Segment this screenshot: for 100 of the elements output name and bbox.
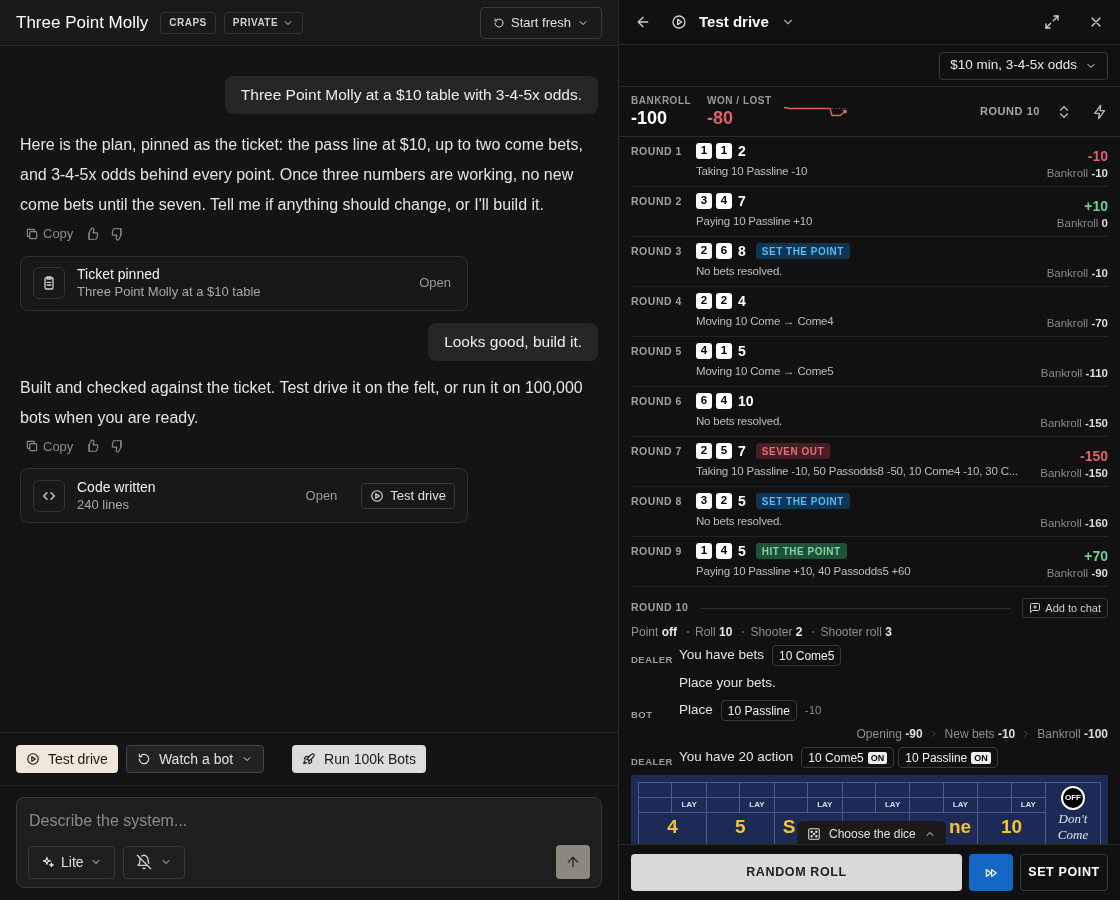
round-stat: Shooter 2 — [750, 624, 803, 641]
die: 2 — [696, 243, 712, 259]
code-icon — [33, 479, 65, 512]
round-label: ROUND 10 — [631, 600, 689, 616]
add-to-chat-button[interactable]: Add to chat — [1022, 598, 1108, 618]
test-drive-button[interactable]: Test drive — [361, 482, 455, 509]
round-detail: Moving 10 Come → Come5 — [696, 364, 835, 379]
sparkline — [783, 106, 848, 117]
roll-tag: SEVEN OUT — [755, 443, 831, 459]
die: 2 — [696, 443, 712, 459]
stat-label: WON / LOST — [707, 94, 772, 107]
send-button[interactable] — [556, 845, 590, 879]
round-label: ROUND 2 — [631, 194, 683, 209]
card-title: Ticket pinned — [77, 265, 161, 283]
user-message: Three Point Molly at a $10 table with 3-4-5x odds. — [224, 76, 598, 114]
copy-button[interactable]: Copy — [25, 224, 74, 244]
summary-text: New bets -10 — [944, 726, 1016, 743]
copy-icon — [25, 226, 39, 241]
lightning-icon — [1092, 103, 1108, 120]
bankroll-text: Bankroll -90 — [1046, 566, 1108, 581]
die: 4 — [716, 393, 732, 409]
round-label: ROUND 9 — [631, 544, 683, 559]
dont-come-label: Don't Come — [1056, 811, 1090, 843]
die: 1 — [716, 343, 732, 359]
bankroll-text: Bankroll -160 — [1040, 516, 1108, 531]
copy-button[interactable]: Copy — [25, 436, 74, 456]
watch-bot-dropdown[interactable]: Watch a bot — [125, 745, 265, 773]
play-icon — [671, 14, 687, 30]
round-label: ROUND 6 — [631, 394, 683, 409]
run-bots-button[interactable]: Run 100k Bots — [292, 745, 426, 773]
table-rules-dropdown[interactable]: $10 min, 3-4-5x odds — [939, 51, 1108, 80]
round-result: +10 — [1084, 197, 1108, 215]
die: 6 — [696, 393, 712, 409]
thumbs-up-button[interactable] — [85, 226, 100, 241]
off-puck: OFF — [1061, 786, 1085, 810]
arrow-up-icon — [565, 854, 581, 870]
clipboard-icon — [33, 267, 65, 299]
speaker-label: BOT — [631, 709, 653, 720]
box-number: 5 — [734, 815, 746, 839]
bet-label: 10 Come5 — [808, 749, 864, 767]
visibility-dropdown[interactable]: PRIVATE — [223, 11, 304, 34]
bet-amount: -10 — [804, 702, 822, 718]
choose-dice-button[interactable]: Choose the dice — [797, 821, 946, 844]
code-card[interactable]: Code written 240 lines Open Test drive — [20, 468, 468, 523]
lay-label: LAY — [681, 800, 697, 810]
bell-off-icon — [135, 854, 152, 870]
round-detail: Taking 10 Passline -10, 50 Passodds8 -50, 10 Come4 -10, 30 C... — [696, 464, 1019, 479]
bet-label: 10 Come5 — [779, 647, 835, 665]
test-drive-button[interactable]: Test drive — [16, 745, 118, 773]
message-plus-icon — [1029, 602, 1042, 614]
roll-total: 8 — [738, 241, 746, 261]
lay-label: LAY — [817, 800, 833, 810]
roll-total: 5 — [738, 491, 746, 511]
roll-total: 5 — [738, 541, 746, 561]
set-point-button[interactable]: SET POINT — [1020, 854, 1108, 891]
die: 4 — [696, 343, 712, 359]
open-link[interactable]: Open — [419, 273, 451, 293]
fast-forward-button[interactable] — [969, 854, 1013, 891]
round-counter: ROUND 10 — [979, 104, 1040, 120]
log-message: Place your bets. — [679, 673, 776, 692]
die: 3 — [696, 193, 712, 209]
back-button[interactable] — [635, 14, 651, 30]
thumbs-up-button[interactable] — [85, 439, 100, 454]
on-badge: ON — [867, 751, 888, 764]
start-fresh-button[interactable]: Start fresh — [480, 6, 602, 39]
roll-tag: SET THE POINT — [755, 493, 850, 509]
quick-roll-button[interactable] — [1092, 103, 1108, 120]
box-number: 10 — [1001, 815, 1023, 839]
refresh-icon — [493, 16, 506, 29]
bet-label: 10 Passline — [905, 749, 968, 767]
user-message: Looks good, build it. — [428, 322, 598, 361]
summary-text: Opening -90 — [856, 726, 923, 743]
box-number: S — [782, 815, 796, 839]
assistant-message: Here is the plan, pinned as the ticket: the pass line at $10, up to two come bets, and 3-4-5x odds behind every point. Once three numbers are working, no new come bets until the seven. Tell me if anything should change, or I'll build it. — [20, 135, 584, 215]
box-number: 4 — [667, 815, 678, 839]
round-stat: Shooter roll 3 — [820, 624, 892, 641]
thumbs-up-icon — [85, 226, 100, 241]
round-label: ROUND 1 — [631, 144, 683, 159]
expand-button[interactable] — [1044, 14, 1060, 30]
die: 6 — [716, 243, 732, 259]
roll-tag: SET THE POINT — [755, 243, 850, 259]
ticket-card[interactable]: Ticket pinned Three Point Molly at a $10 table Open — [20, 255, 468, 311]
round-result: +70 — [1084, 547, 1108, 565]
round-detail: No bets resolved. — [696, 514, 784, 529]
notification-dropdown[interactable] — [122, 845, 185, 879]
random-roll-button[interactable]: RANDOM ROLL — [631, 854, 962, 891]
die: 1 — [716, 143, 732, 159]
message-input[interactable]: Describe the system... Lite — [16, 797, 602, 888]
die: 2 — [716, 293, 732, 309]
bankroll-text: Bankroll -70 — [1046, 316, 1108, 331]
assistant-message: Built and checked against the ticket. Test drive it on the felt, or run it on 100,000 bots when you are ready. — [20, 377, 584, 428]
round-label: ROUND 5 — [631, 344, 683, 359]
round-detail: Paying 10 Passline +10, 40 Passodds5 +60 — [696, 564, 912, 579]
mode-dropdown[interactable]: Lite — [28, 845, 115, 879]
lay-label: LAY — [885, 800, 901, 810]
bankroll-text: Bankroll -150 — [1040, 466, 1108, 481]
round-detail: No bets resolved. — [696, 414, 784, 429]
open-link[interactable]: Open — [305, 485, 338, 506]
round-stat: Point off — [631, 624, 677, 641]
mode-title-dropdown[interactable]: Test drive — [699, 10, 795, 34]
